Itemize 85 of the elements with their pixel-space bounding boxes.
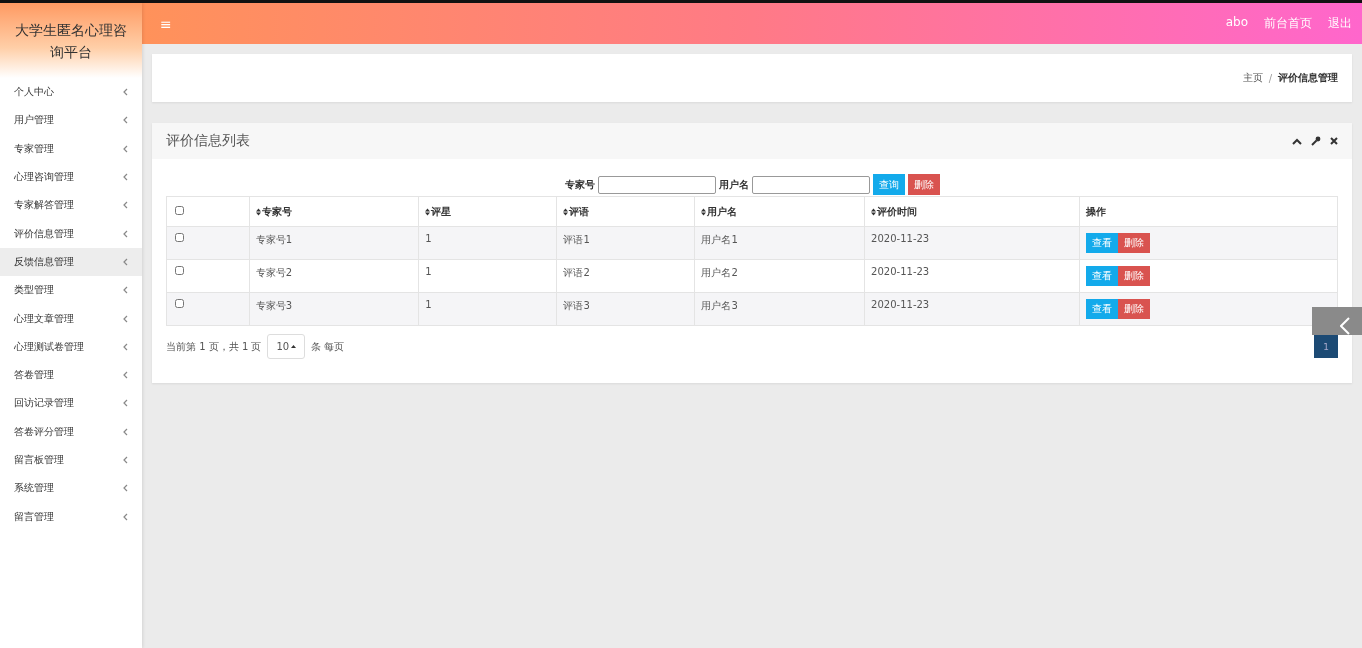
chevron-icon [123, 116, 128, 125]
sidebar-item[interactable]: 答卷评分管理 [0, 417, 142, 446]
chevron-icon [123, 484, 128, 493]
table-cell: 1 [425, 299, 432, 310]
chevron-icon [123, 173, 128, 182]
table-cell: 1 [425, 233, 432, 244]
table-cell: 专家号1 [255, 234, 293, 245]
table-cell: 1 [425, 266, 432, 277]
search-field[interactable] [597, 175, 716, 194]
chevron-icon [123, 286, 128, 295]
breadcrumb-link[interactable]: 主页 [1242, 71, 1263, 85]
sidebar-item[interactable]: 留言管理 [0, 502, 142, 531]
row-checkbox[interactable] [175, 233, 184, 242]
column-header[interactable]: 评语 [563, 204, 590, 219]
column-header[interactable]: 评星 [425, 204, 452, 219]
table-cell: 评语3 [563, 300, 590, 311]
delete-button[interactable]: 删除 [1118, 266, 1151, 286]
chevron-icon [123, 201, 128, 210]
table-cell: 用户名2 [701, 267, 738, 278]
panel-title: 评价信息列表 [166, 132, 250, 150]
sidebar-item[interactable]: 用户管理 [0, 106, 142, 135]
sidebar-item[interactable]: 答卷管理 [0, 360, 142, 390]
chevron-icon [123, 427, 128, 436]
chevron-icon [123, 456, 128, 464]
collapse-icon[interactable] [1292, 137, 1302, 145]
chevron-icon [123, 342, 128, 351]
sidebar-item[interactable]: 留言板管理 [0, 445, 142, 475]
sidebar-item[interactable]: 类型管理 [0, 276, 142, 305]
page-size-dropdown[interactable]: 10 [267, 334, 306, 359]
table-cell: 2020-11-23 [871, 299, 930, 310]
app-title: 大学生匿名心理咨询平台 [14, 20, 128, 62]
caret-icon [291, 345, 297, 348]
sidebar-item[interactable]: 反馈信息管理 [0, 247, 142, 277]
chevron-icon [123, 371, 128, 380]
row-checkbox[interactable] [175, 266, 184, 275]
table-cell: 2020-11-23 [871, 266, 930, 277]
sort-icon [425, 207, 431, 216]
column-header[interactable]: 评价时间 [871, 204, 918, 219]
sidebar-item[interactable]: 系统管理 [0, 474, 142, 503]
side-tab[interactable] [1312, 307, 1362, 335]
table-cell: 用户名3 [701, 300, 738, 311]
chevron-icon [123, 314, 128, 323]
page-button[interactable]: 1 [1314, 335, 1338, 358]
page-info: 当前第 1 页，共 1 页 [166, 339, 262, 354]
breadcrumb-separator: / [1268, 72, 1272, 84]
table-cell: 用户名1 [701, 234, 738, 245]
search-label: 用户名 [718, 177, 749, 192]
username: abo [1225, 15, 1248, 31]
search-label: 专家号 [564, 177, 595, 192]
sidebar-item[interactable]: 专家管理 [0, 134, 142, 163]
search-field[interactable] [751, 175, 870, 194]
table-cell: 专家号3 [255, 300, 293, 311]
sidebar-item[interactable]: 心理测试卷管理 [0, 332, 142, 361]
column-header: 操作 [1086, 204, 1107, 219]
sort-icon [255, 207, 261, 216]
table-cell: 评语2 [563, 267, 590, 278]
table-cell: 专家号2 [255, 267, 293, 278]
column-header[interactable]: 用户名 [701, 204, 738, 219]
sort-icon [563, 207, 569, 216]
sidebar-item[interactable]: 个人中心 [0, 78, 142, 107]
delete-button[interactable]: 删除 [1118, 299, 1151, 319]
wrench-icon[interactable] [1311, 136, 1321, 146]
sidebar-item[interactable]: 回访记录管理 [0, 389, 142, 418]
sidebar-item[interactable]: 心理咨询管理 [0, 162, 142, 192]
close-icon[interactable] [1330, 137, 1338, 145]
sidebar-item[interactable]: 评价信息管理 [0, 219, 142, 248]
sort-icon [701, 207, 707, 216]
chevron-icon [123, 512, 128, 521]
chevron-icon [123, 229, 128, 238]
column-header[interactable]: 专家号 [255, 204, 292, 219]
chevron-icon [123, 88, 128, 97]
table-cell: 评语1 [563, 234, 590, 245]
breadcrumb-current: 评价信息管理 [1278, 71, 1338, 85]
page-size-label: 条 每页 [311, 339, 345, 354]
sort-icon [871, 207, 877, 216]
select-all-checkbox[interactable] [175, 206, 184, 215]
sidebar-item[interactable]: 心理文章管理 [0, 304, 142, 333]
table-cell: 2020-11-23 [871, 233, 930, 244]
delete-button[interactable]: 删除 [1118, 233, 1151, 253]
chevron-icon [123, 257, 128, 266]
delete-button[interactable]: 删除 [907, 174, 940, 195]
chevron-icon [123, 399, 128, 408]
chevron-icon [123, 144, 128, 153]
sidebar-item[interactable]: 专家解答管理 [0, 191, 142, 220]
row-checkbox[interactable] [175, 299, 184, 308]
